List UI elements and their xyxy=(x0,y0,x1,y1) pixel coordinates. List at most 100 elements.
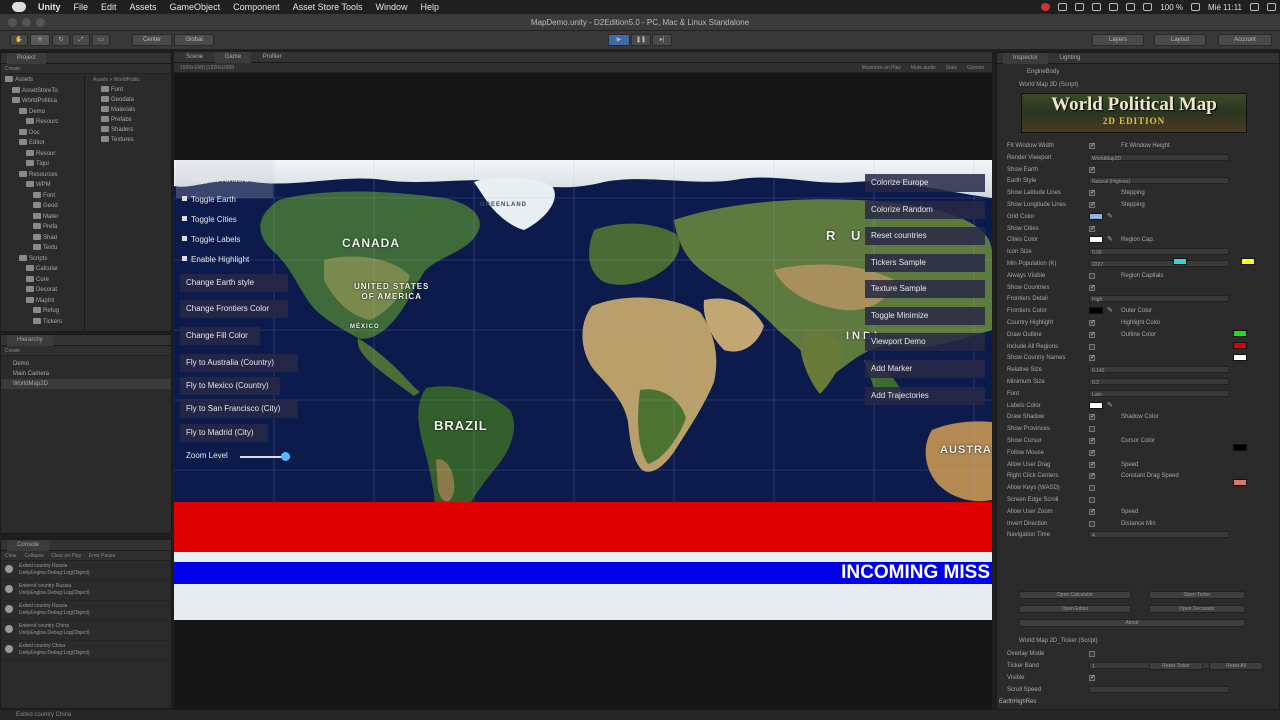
property-checkbox[interactable] xyxy=(1089,497,1095,503)
battery-icon[interactable] xyxy=(1191,3,1201,11)
menu-asset-store-tools[interactable]: Asset Store Tools xyxy=(293,2,363,12)
eyedropper-icon[interactable]: ✎ xyxy=(1107,212,1113,220)
play-button[interactable]: ▶ xyxy=(608,34,630,46)
folder-item[interactable]: Geodata xyxy=(87,95,171,105)
color-swatch[interactable] xyxy=(1233,479,1247,486)
property-checkbox[interactable]: ✓ xyxy=(1089,508,1095,515)
console-log-entry[interactable]: Exited country China UnityEngine.Debug:Lo… xyxy=(1,641,171,661)
tree-item[interactable]: Editor xyxy=(1,138,84,149)
ticker-component-header[interactable]: World Map 2D_Ticker (Script) xyxy=(1019,636,1098,646)
colorize-random-button[interactable]: Colorize Random xyxy=(865,201,985,219)
mute-audio-toggle[interactable]: Mute audio xyxy=(911,63,936,73)
folder-item[interactable]: Prefabs xyxy=(87,115,171,125)
ticker-button[interactable]: Reset All xyxy=(1209,662,1263,670)
inspector-button[interactable]: Open Editor xyxy=(1019,605,1131,613)
property-checkbox[interactable]: ✓ xyxy=(1089,166,1095,173)
tree-item[interactable]: Decorat xyxy=(1,285,84,296)
tree-item[interactable]: Prefa xyxy=(1,222,84,233)
menu-unity[interactable]: Unity xyxy=(38,2,61,12)
tree-item[interactable]: Doc xyxy=(1,128,84,139)
toggle-labels[interactable]: Toggle Labels xyxy=(182,234,240,246)
property-checkbox[interactable] xyxy=(1089,343,1095,350)
tree-item[interactable]: Tickers xyxy=(1,317,84,328)
menu-gameobject[interactable]: GameObject xyxy=(170,2,221,12)
property-checkbox[interactable]: ✓ xyxy=(1089,414,1095,421)
menu-window[interactable]: Window xyxy=(375,2,407,12)
eyedropper-icon[interactable]: ✎ xyxy=(1107,401,1113,409)
step-button[interactable]: ▸| xyxy=(652,34,672,46)
inspector-button[interactable]: Open Decorator xyxy=(1149,605,1245,613)
property-field[interactable]: Lato xyxy=(1089,389,1229,398)
menu-component[interactable]: Component xyxy=(233,2,280,12)
tab-inspector[interactable]: Inspector xyxy=(1003,53,1048,64)
zoom-slider-handle[interactable] xyxy=(281,452,290,461)
property-checkbox[interactable] xyxy=(1089,485,1095,492)
tree-item[interactable]: Resourc xyxy=(1,117,84,128)
property-checkbox[interactable]: ✓ xyxy=(1089,225,1095,232)
tab-game[interactable]: Game xyxy=(214,52,252,63)
tree-item[interactable]: Resour xyxy=(1,149,84,160)
fly-to-san-francisco-button[interactable]: Fly to San Francisco (City) xyxy=(180,400,298,418)
tree-item[interactable]: Core xyxy=(1,275,84,286)
rotate-tool-button[interactable]: ↻ xyxy=(52,34,70,46)
color-swatch[interactable] xyxy=(1233,354,1247,361)
tickers-sample-button[interactable]: Tickers Sample xyxy=(865,254,985,272)
tree-item[interactable]: WorldPolitica xyxy=(1,96,84,107)
property-field[interactable]: 0.142 xyxy=(1089,366,1229,374)
sync-icon[interactable] xyxy=(1092,3,1102,11)
hierarchy-item[interactable]: WorldMap2D xyxy=(1,379,171,389)
scale-tool-button[interactable]: ⤢ xyxy=(72,34,90,46)
toggle-cities-checkbox[interactable] xyxy=(182,216,187,221)
inspector-button[interactable]: Open Ticker xyxy=(1149,591,1245,599)
colorize-europe-button[interactable]: Colorize Europe xyxy=(865,174,985,192)
tab-hierarchy[interactable]: Hierarchy xyxy=(7,335,53,346)
recording-icon[interactable] xyxy=(1041,3,1051,11)
tree-item[interactable]: AssetStoreTo xyxy=(1,86,84,97)
tree-item[interactable]: Geod xyxy=(1,201,84,212)
notification-icon[interactable] xyxy=(1267,3,1276,11)
menu-file[interactable]: File xyxy=(74,2,89,12)
console-collapse-button[interactable]: Collapse xyxy=(24,553,43,559)
add-marker-button[interactable]: Add Marker xyxy=(865,360,985,378)
property-checkbox[interactable]: ✓ xyxy=(1089,190,1095,197)
property-checkbox[interactable]: ✓ xyxy=(1089,449,1095,456)
property-checkbox[interactable]: ✓ xyxy=(1089,320,1095,326)
tree-item[interactable]: Textu xyxy=(1,243,84,254)
property-checkbox[interactable]: ✓ xyxy=(1089,143,1095,149)
color-swatch[interactable] xyxy=(1089,212,1103,220)
layers-dropdown[interactable]: Layers xyxy=(1092,34,1144,46)
tree-item[interactable]: Tiqui xyxy=(1,159,84,170)
console-clear-on-play-button[interactable]: Clear on Play xyxy=(51,553,81,559)
hierarchy-create-dropdown[interactable]: Create xyxy=(5,348,20,354)
color-swatch[interactable] xyxy=(1089,307,1103,315)
property-field[interactable]: 0.05 xyxy=(1089,248,1229,256)
property-field[interactable]: 0.2 xyxy=(1089,378,1229,386)
tree-item[interactable]: Demo xyxy=(1,107,84,118)
folder-item[interactable]: Font xyxy=(87,85,171,95)
pivot-toggle[interactable]: Center xyxy=(132,34,172,46)
project-create-dropdown[interactable]: Create xyxy=(5,66,20,72)
property-checkbox[interactable]: ✓ xyxy=(1089,675,1095,681)
tab-console[interactable]: Console xyxy=(7,540,50,551)
reset-countries-button[interactable]: Reset countries xyxy=(865,227,985,245)
hand-tool-button[interactable]: ✋ xyxy=(10,34,28,46)
tree-item[interactable]: Resources xyxy=(1,170,84,181)
tree-item[interactable]: MapInt xyxy=(1,296,84,307)
console-log-entry[interactable]: Exited country Russia UnityEngine.Debug:L… xyxy=(1,561,171,581)
enable-highlight-checkbox[interactable] xyxy=(182,256,187,261)
property-checkbox[interactable]: ✓ xyxy=(1089,355,1095,362)
viewport-demo-button[interactable]: Viewport Demo xyxy=(865,333,985,351)
toggle-frontiers[interactable]: Toggle Frontiers xyxy=(182,174,248,186)
property-checkbox[interactable]: ✓ xyxy=(1089,438,1095,444)
color-swatch[interactable] xyxy=(1233,342,1247,349)
zoom-window-button[interactable] xyxy=(36,18,45,27)
color-swatch[interactable] xyxy=(1089,236,1103,244)
change-frontiers-color-button[interactable]: Change Frontiers Color xyxy=(180,300,288,318)
property-field[interactable]: High xyxy=(1089,295,1229,303)
property-checkbox[interactable] xyxy=(1089,426,1095,433)
folder-item[interactable]: Shaders xyxy=(87,125,171,135)
property-checkbox[interactable] xyxy=(1089,272,1095,279)
tree-item[interactable]: Refug xyxy=(1,306,84,317)
cloud-icon[interactable] xyxy=(1075,3,1085,11)
menu-assets[interactable]: Assets xyxy=(130,2,157,12)
